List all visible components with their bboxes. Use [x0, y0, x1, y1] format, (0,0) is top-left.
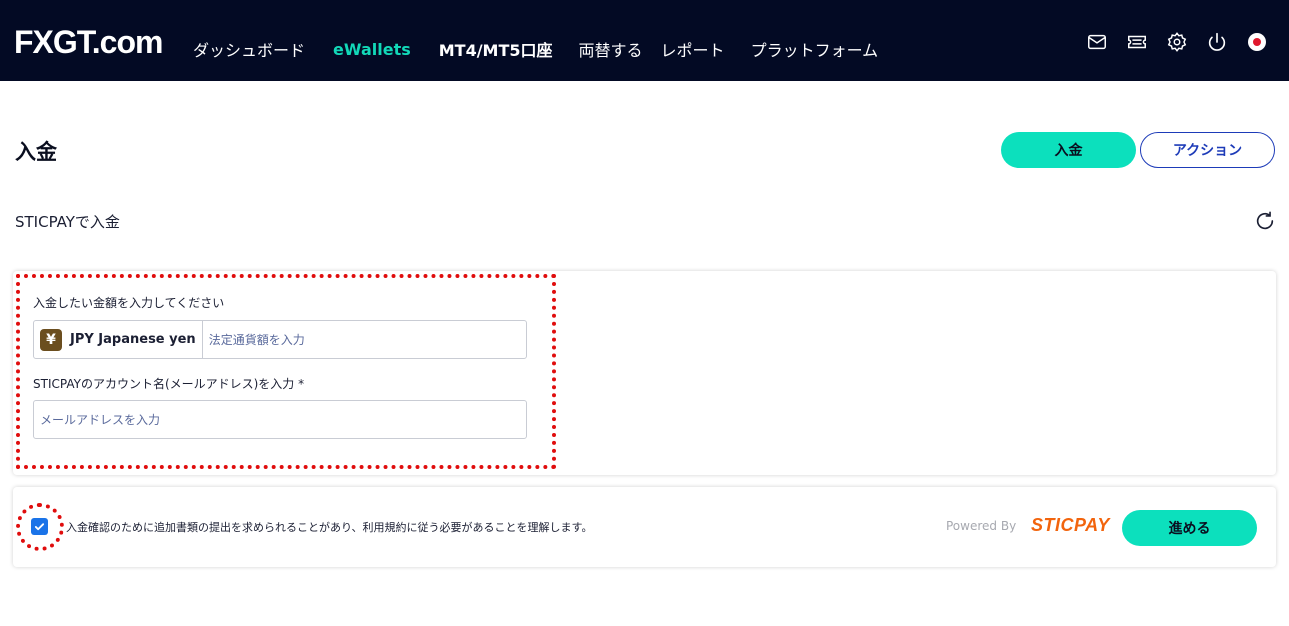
deposit-button[interactable]: 入金	[1001, 132, 1136, 168]
gear-icon[interactable]	[1157, 30, 1197, 54]
ticket-icon[interactable]	[1117, 30, 1157, 54]
check-icon	[34, 523, 45, 531]
nav-ewallets[interactable]: eWallets	[333, 40, 411, 59]
terms-checkbox[interactable]	[31, 518, 48, 535]
sticpay-logo: STICPAY	[1031, 515, 1110, 535]
account-label: STICPAYのアカウント名(メールアドレス)を入力 *	[33, 377, 305, 391]
currency-selector[interactable]: ¥ JPY Japanese yen	[34, 321, 203, 358]
mail-icon[interactable]	[1077, 30, 1117, 54]
yen-icon: ¥	[40, 328, 62, 351]
main-nav: ダッシュボード eWallets MT4/MT5口座 両替する レポート プラッ…	[193, 37, 878, 61]
fxgt-logo[interactable]: FXGT.com	[14, 24, 163, 60]
amount-input[interactable]	[202, 321, 526, 358]
nav-dashboard[interactable]: ダッシュボード	[193, 37, 305, 61]
terms-text: 入金確認のために追加書類の提出を求められることがあり、利用規約に従う必要があるこ…	[66, 521, 593, 534]
nav-reports[interactable]: レポート	[661, 37, 725, 61]
powered-by-text: Powered By	[946, 519, 1017, 533]
refresh-icon[interactable]	[1254, 210, 1276, 232]
top-navigation-bar: FXGT.com ダッシュボード eWallets MT4/MT5口座 両替する…	[0, 0, 1289, 81]
nav-mt4-mt5-accounts[interactable]: MT4/MT5口座	[439, 37, 553, 61]
header-icons	[1077, 30, 1277, 54]
sticpay-deposit-subtitle: STICPAYで入金	[15, 213, 120, 231]
japan-flag-icon[interactable]	[1237, 30, 1277, 54]
amount-input-group: ¥ JPY Japanese yen	[33, 320, 527, 359]
nav-exchange[interactable]: 両替する	[579, 37, 643, 61]
proceed-button[interactable]: 進める	[1122, 510, 1257, 546]
power-icon[interactable]	[1197, 30, 1237, 54]
email-field[interactable]	[33, 400, 527, 439]
page-title: 入金	[15, 140, 57, 164]
logo-text: FXGT.com	[14, 24, 163, 60]
nav-platforms[interactable]: プラットフォーム	[751, 37, 879, 61]
amount-label: 入金したい金額を入力してください	[33, 296, 225, 310]
action-button[interactable]: アクション	[1140, 132, 1275, 168]
currency-label: JPY Japanese yen	[70, 332, 196, 347]
